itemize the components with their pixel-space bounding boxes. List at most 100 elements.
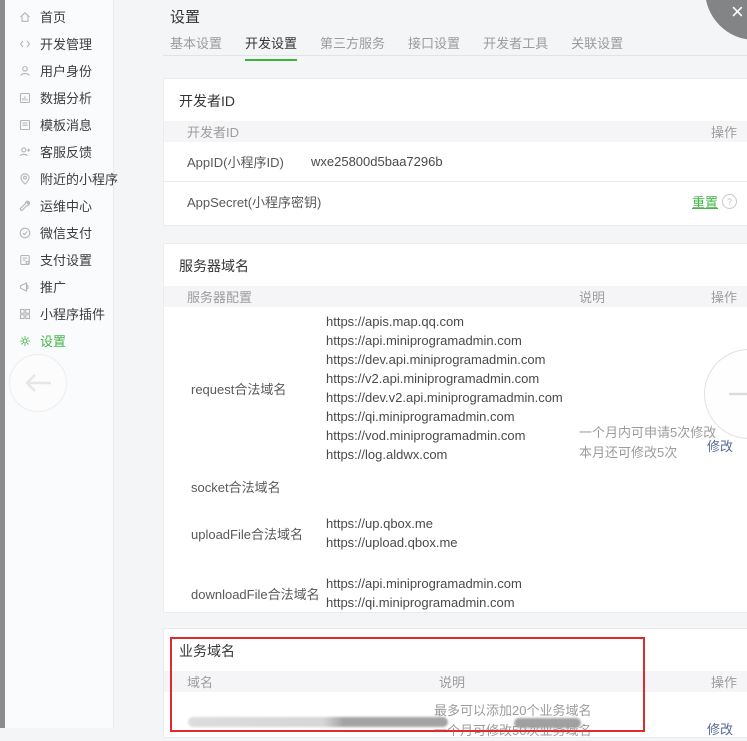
business-domain-table-header: 域名 说明 操作 bbox=[164, 671, 747, 692]
sidebar-item-label: 开发管理 bbox=[40, 34, 92, 53]
sidebar-item-label: 数据分析 bbox=[40, 88, 92, 107]
section-title: 服务器域名 bbox=[164, 244, 747, 286]
url-item: https://log.aldwx.com bbox=[326, 445, 563, 464]
sidebar-item-wechat-pay[interactable]: 微信支付 bbox=[5, 219, 113, 246]
quota-line: 一个月内可申请5次修改 bbox=[579, 423, 716, 443]
sidebar-item-label: 设置 bbox=[40, 331, 66, 350]
sidebar-item-label: 推广 bbox=[40, 277, 66, 296]
url-item: https://dev.v2.api.miniprogramadmin.com bbox=[326, 388, 563, 407]
tab-dev-settings[interactable]: 开发设置 bbox=[245, 33, 297, 61]
downloadfile-domain-urls: https://api.miniprogramadmin.com https:/… bbox=[326, 569, 522, 617]
business-domain-note: 最多可以添加20个业务域名 一个月可修改50次业务域名 bbox=[434, 701, 591, 741]
plugin-icon bbox=[18, 307, 32, 321]
sidebar-item-label: 运维中心 bbox=[40, 196, 92, 215]
chart-icon bbox=[18, 91, 32, 105]
tab-basic-settings[interactable]: 基本设置 bbox=[170, 33, 222, 61]
table-row-appid: AppID(小程序ID) wxe25800d5baa7296b bbox=[164, 142, 747, 181]
url-item: https://api.miniprogramadmin.com bbox=[326, 331, 563, 350]
server-domain-table-header: 服务器配置 说明 操作 bbox=[164, 286, 747, 307]
tab-related-settings[interactable]: 关联设置 bbox=[571, 33, 623, 61]
tab-dev-tools[interactable]: 开发者工具 bbox=[483, 33, 548, 61]
modify-quota-note: 一个月内可申请5次修改 本月还可修改5次 bbox=[579, 423, 716, 463]
modify-business-domain-link[interactable]: 修改 bbox=[707, 719, 733, 738]
code-icon bbox=[18, 37, 32, 51]
developer-id-table-header: 开发者ID 操作 bbox=[164, 121, 747, 142]
url-item: https://qi.miniprogramadmin.com bbox=[326, 407, 563, 426]
url-item: https://upload.qbox.me bbox=[326, 533, 458, 552]
table-row-request-domain: request合法域名 https://apis.map.qq.com http… bbox=[164, 307, 747, 469]
appsecret-label: AppSecret(小程序密钥) bbox=[164, 192, 321, 211]
close-icon[interactable]: × bbox=[731, 1, 744, 23]
redacted-domain-chip bbox=[188, 717, 448, 727]
sidebar-item-dev-manage[interactable]: 开发管理 bbox=[5, 30, 113, 57]
server-domain-section: 服务器域名 服务器配置 说明 操作 request合法域名 https://ap… bbox=[163, 243, 747, 613]
sidebar-item-label: 微信支付 bbox=[40, 223, 92, 242]
col-domain: 域名 bbox=[164, 672, 213, 691]
request-domain-urls: https://apis.map.qq.com https://api.mini… bbox=[326, 307, 563, 469]
sidebar-item-home[interactable]: 首页 bbox=[5, 3, 113, 30]
sidebar-item-template-message[interactable]: 模板消息 bbox=[5, 111, 113, 138]
downloadfile-domain-label: downloadFile合法域名 bbox=[164, 584, 326, 603]
tab-bar: 基本设置 开发设置 第三方服务 接口设置 开发者工具 关联设置 bbox=[170, 33, 623, 61]
sidebar-item-promotion[interactable]: 推广 bbox=[5, 273, 113, 300]
wrench-icon bbox=[18, 199, 32, 213]
col-developer-id: 开发者ID bbox=[164, 122, 239, 141]
quota-line: 一个月可修改50次业务域名 bbox=[434, 721, 591, 741]
table-row-socket-domain: socket合法域名 bbox=[164, 469, 747, 503]
col-action: 操作 bbox=[711, 122, 737, 141]
sidebar-item-label: 用户身份 bbox=[40, 61, 92, 80]
quota-line: 最多可以添加20个业务域名 bbox=[434, 701, 591, 721]
template-icon bbox=[18, 118, 32, 132]
prev-page-button[interactable] bbox=[9, 354, 67, 412]
help-icon[interactable]: ? bbox=[722, 194, 737, 209]
business-domain-section: 业务域名 域名 说明 操作 最多可以添加20个业务域名 一个月可修改50次业务域… bbox=[163, 628, 747, 738]
tab-third-party[interactable]: 第三方服务 bbox=[320, 33, 385, 61]
sidebar-item-label: 模板消息 bbox=[40, 115, 92, 134]
modify-server-domain-link[interactable]: 修改 bbox=[707, 436, 733, 455]
feedback-icon bbox=[18, 145, 32, 159]
uploadfile-domain-label: uploadFile合法域名 bbox=[164, 524, 326, 543]
col-action: 操作 bbox=[711, 287, 737, 306]
request-domain-label: request合法域名 bbox=[164, 379, 326, 398]
left-arrow-icon bbox=[18, 363, 58, 403]
uploadfile-domain-urls: https://up.qbox.me https://upload.qbox.m… bbox=[326, 509, 458, 557]
sidebar-item-feedback[interactable]: 客服反馈 bbox=[5, 138, 113, 165]
socket-domain-label: socket合法域名 bbox=[164, 477, 326, 496]
tabbar-divider bbox=[163, 55, 747, 56]
url-item: https://up.qbox.me bbox=[326, 514, 458, 533]
developer-id-section: 开发者ID 开发者ID 操作 AppID(小程序ID) wxe25800d5ba… bbox=[163, 78, 747, 226]
appid-label: AppID(小程序ID) bbox=[164, 152, 311, 171]
location-icon bbox=[18, 172, 32, 186]
col-action: 操作 bbox=[711, 672, 737, 691]
url-item: https://apis.map.qq.com bbox=[326, 312, 563, 331]
sidebar-item-data-analysis[interactable]: 数据分析 bbox=[5, 84, 113, 111]
sidebar-item-label: 小程序插件 bbox=[40, 304, 105, 323]
url-item: https://vod.miniprogramadmin.com bbox=[326, 426, 563, 445]
appid-value: wxe25800d5baa7296b bbox=[311, 154, 443, 169]
reset-link[interactable]: 重置 bbox=[692, 192, 718, 211]
url-item: https://qi.miniprogramadmin.com bbox=[326, 593, 522, 612]
page-title: 设置 bbox=[170, 6, 200, 27]
url-item: https://v2.api.miniprogramadmin.com bbox=[326, 369, 563, 388]
right-arrow-icon bbox=[723, 368, 747, 420]
section-title: 开发者ID bbox=[164, 79, 747, 121]
url-item: https://api.miniprogramadmin.com bbox=[326, 574, 522, 593]
sidebar-item-label: 首页 bbox=[40, 7, 66, 26]
sidebar-item-user-identity[interactable]: 用户身份 bbox=[5, 57, 113, 84]
sidebar-item-label: 支付设置 bbox=[40, 250, 92, 269]
sidebar-item-label: 客服反馈 bbox=[40, 142, 92, 161]
quota-line: 本月还可修改5次 bbox=[579, 443, 716, 463]
col-description: 说明 bbox=[439, 672, 465, 691]
col-server-config: 服务器配置 bbox=[164, 287, 252, 306]
tab-api-settings[interactable]: 接口设置 bbox=[408, 33, 460, 61]
sidebar-item-plugins[interactable]: 小程序插件 bbox=[5, 300, 113, 327]
table-row-appsecret: AppSecret(小程序密钥) 重置 ? bbox=[164, 181, 747, 221]
col-description: 说明 bbox=[579, 287, 605, 306]
section-title: 业务域名 bbox=[164, 629, 747, 671]
sidebar-item-ops-center[interactable]: 运维中心 bbox=[5, 192, 113, 219]
sidebar-item-settings[interactable]: 设置 bbox=[5, 327, 113, 354]
table-row-downloadfile-domain: downloadFile合法域名 https://api.miniprogram… bbox=[164, 563, 747, 623]
home-icon bbox=[18, 10, 32, 24]
sidebar-item-pay-settings[interactable]: 支付设置 bbox=[5, 246, 113, 273]
sidebar-item-nearby[interactable]: 附近的小程序 bbox=[5, 165, 113, 192]
